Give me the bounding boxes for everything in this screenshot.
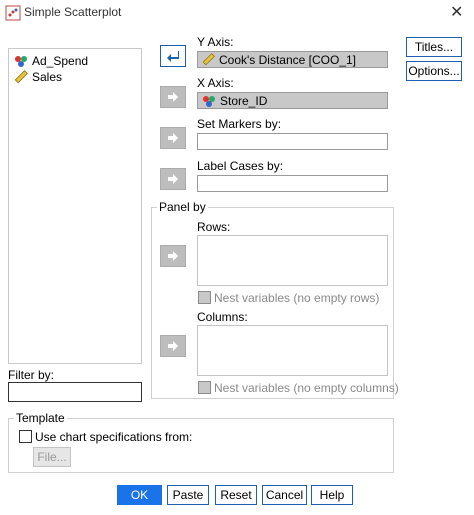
window-title: Simple Scatterplot — [24, 5, 122, 19]
variable-list[interactable]: Ad_Spend Sales — [8, 48, 142, 364]
set-markers-label: Set Markers by: — [197, 117, 282, 131]
titles-button[interactable]: Titles... — [406, 37, 462, 57]
move-to-columns-button[interactable] — [160, 335, 186, 357]
reset-button[interactable]: Reset — [215, 485, 257, 505]
paste-button[interactable]: Paste — [167, 485, 209, 505]
move-to-label-cases-button[interactable] — [160, 168, 186, 190]
arrow-right-icon — [168, 174, 178, 184]
move-to-y-axis-button[interactable] — [160, 45, 186, 67]
close-icon[interactable]: ✕ — [450, 2, 463, 22]
nominal-icon — [15, 56, 27, 67]
filter-field[interactable] — [8, 382, 142, 402]
move-to-x-axis-button[interactable] — [160, 86, 186, 108]
template-title: Template — [14, 411, 67, 425]
rows-label: Rows: — [197, 220, 231, 234]
arrow-left-icon — [167, 51, 179, 62]
set-markers-field[interactable] — [197, 133, 388, 150]
file-button[interactable]: File... — [33, 447, 71, 467]
ok-button[interactable]: OK — [117, 485, 162, 505]
filter-label: Filter by: — [8, 368, 55, 382]
scatterplot-app-icon — [5, 5, 21, 21]
arrow-right-icon — [168, 133, 178, 143]
use-chart-spec-label: Use chart specifications from: — [35, 430, 193, 444]
variable-item[interactable]: Ad_Spend — [14, 54, 88, 68]
y-axis-value: Cook's Distance [COO_1] — [219, 53, 357, 67]
nest-rows-checkbox[interactable] — [198, 291, 211, 304]
scale-icon — [202, 53, 215, 66]
rows-field[interactable] — [197, 235, 388, 286]
move-to-markers-button[interactable] — [160, 127, 186, 149]
y-axis-field[interactable]: Cook's Distance [COO_1] — [197, 51, 388, 68]
move-to-rows-button[interactable] — [160, 245, 186, 267]
nest-columns-checkbox[interactable] — [198, 381, 211, 394]
nest-rows-label: Nest variables (no empty rows) — [214, 291, 380, 305]
x-axis-label: X Axis: — [197, 76, 234, 90]
options-button[interactable]: Options... — [406, 61, 462, 81]
use-chart-spec-checkbox[interactable] — [19, 430, 32, 443]
panel-by-title: Panel by — [157, 200, 208, 214]
scale-icon — [14, 70, 28, 84]
label-cases-field[interactable] — [197, 175, 388, 192]
arrow-right-icon — [168, 341, 178, 351]
nest-columns-label: Nest variables (no empty columns) — [214, 381, 399, 395]
label-cases-label: Label Cases by: — [197, 159, 284, 173]
columns-field[interactable] — [197, 325, 388, 376]
nominal-icon — [203, 96, 215, 107]
cancel-button[interactable]: Cancel — [262, 485, 307, 505]
x-axis-field[interactable]: Store_ID — [197, 92, 388, 109]
y-axis-label: Y Axis: — [197, 35, 234, 49]
variable-label: Sales — [32, 70, 63, 84]
help-button[interactable]: Help — [311, 485, 353, 505]
arrow-right-icon — [168, 251, 178, 261]
columns-label: Columns: — [197, 310, 248, 324]
x-axis-value: Store_ID — [220, 94, 268, 108]
variable-label: Ad_Spend — [32, 54, 89, 68]
variable-item[interactable]: Sales — [14, 70, 62, 84]
arrow-right-icon — [168, 92, 178, 102]
